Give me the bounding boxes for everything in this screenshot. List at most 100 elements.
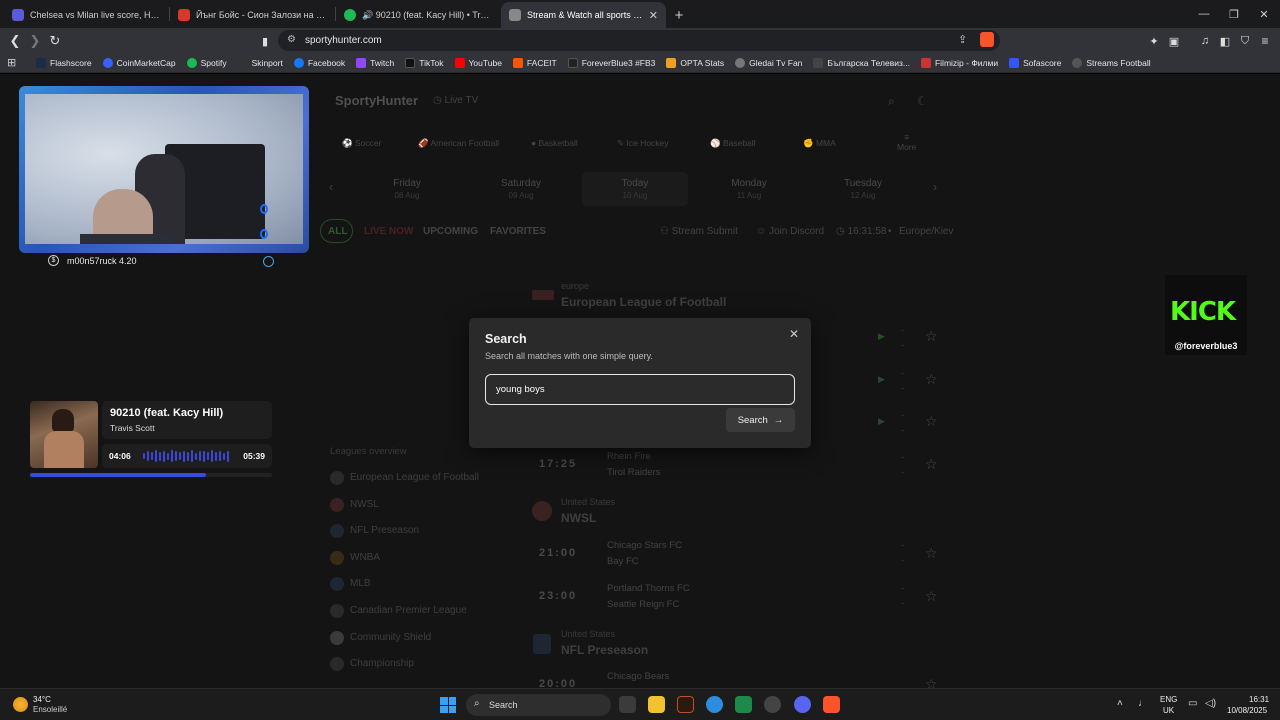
league-item[interactable]: MLB (350, 578, 371, 589)
clock-time[interactable]: 16:31 (1249, 695, 1269, 704)
favorite-star-icon[interactable]: ☆ (925, 545, 938, 562)
browser-tab[interactable]: 🔊 90210 (feat. Kacy Hill) • Travis Sco (336, 2, 501, 28)
close-icon[interactable]: ✕ (789, 327, 799, 341)
bookmark-item[interactable]: CoinMarketCap (102, 57, 176, 68)
taskbar-search[interactable]: ⌕ Search (466, 694, 611, 716)
minimize-icon[interactable]: — (1187, 0, 1221, 28)
network-icon[interactable]: ▭ (1188, 698, 1197, 709)
filter-all[interactable]: ALL (320, 219, 353, 243)
favorite-star-icon[interactable]: ☆ (925, 371, 938, 388)
apps-grid-icon[interactable]: ⊞ (7, 56, 16, 69)
bookmark-item[interactable]: Streams Football (1072, 57, 1151, 68)
bookmark-item[interactable]: Sofascore (1009, 57, 1061, 68)
theme-toggle-icon[interactable]: ☾ (917, 94, 928, 108)
filter-upcoming[interactable]: UPCOMING (423, 226, 478, 237)
bookmark-item[interactable]: Skinport (237, 57, 283, 68)
search-icon[interactable]: ⌕ (888, 94, 895, 109)
site-info-icon[interactable]: ⚙ (287, 34, 296, 45)
weather-sun-icon[interactable] (13, 697, 28, 712)
section-name[interactable]: NFL Preseason (561, 643, 648, 657)
favorite-star-icon[interactable]: ☆ (925, 456, 938, 473)
favorite-star-icon[interactable]: ☆ (925, 676, 938, 688)
new-tab-button[interactable]: + (666, 2, 692, 28)
bookmark-item[interactable]: Facebook (293, 57, 345, 68)
day-tab-today[interactable]: Today 10 Aug (582, 172, 688, 206)
league-item[interactable]: NWSL (350, 499, 379, 510)
site-logo[interactable]: SportyHunter (335, 93, 418, 108)
filter-favorites[interactable]: FAVORITES (490, 226, 546, 237)
media-icon[interactable]: ♫ (1196, 32, 1214, 50)
prev-day-icon[interactable]: ‹ (329, 180, 333, 194)
join-discord-link[interactable]: ☺ Join Discord (756, 226, 824, 237)
sport-tab-basketball[interactable]: ● Basketball (531, 138, 578, 148)
sport-tab-soccer[interactable]: ⚽ Soccer (342, 138, 381, 149)
extensions-icon[interactable]: ✦ (1145, 32, 1163, 50)
weather-condition[interactable]: Ensoleillé (33, 705, 67, 714)
menu-icon[interactable]: ≡ (1256, 32, 1274, 50)
back-icon[interactable]: ❮ (6, 32, 24, 50)
weather-temperature[interactable]: 34°C (33, 695, 51, 704)
bookmark-item[interactable]: Filmizip - Филми (920, 57, 998, 68)
app-icon[interactable] (735, 696, 752, 713)
play-icon[interactable]: ▶ (878, 416, 885, 427)
day-tab[interactable]: Tuesday 12 Aug (823, 178, 903, 200)
section-name[interactable]: NWSL (561, 511, 596, 525)
sport-tab-ice-hockey[interactable]: ✎ Ice Hockey (617, 138, 669, 149)
discord-icon[interactable] (794, 696, 811, 713)
sidebar-icon[interactable]: ◧ (1216, 32, 1234, 50)
microphone-icon[interactable]: ♩ (1138, 698, 1148, 709)
browser-tab-active[interactable]: Stream & Watch all sports | Toda ✕ (501, 2, 666, 28)
search-input[interactable] (485, 374, 795, 405)
brave-browser-icon[interactable] (823, 696, 840, 713)
bookmark-item[interactable]: Spotify (186, 57, 227, 68)
windows-start-icon[interactable] (440, 697, 456, 713)
app-icon[interactable] (677, 696, 694, 713)
next-day-icon[interactable]: › (933, 180, 937, 194)
volume-icon[interactable]: ◁) (1205, 698, 1216, 709)
day-tab[interactable]: Monday 11 Aug (709, 178, 789, 200)
day-tab[interactable]: Saturday 09 Aug (481, 178, 561, 200)
league-item[interactable]: NFL Preseason (350, 525, 419, 536)
app-icon[interactable] (764, 696, 781, 713)
wallet-icon[interactable]: ▣ (1165, 32, 1183, 50)
live-tv-link[interactable]: ◷ Live TV (433, 95, 478, 106)
play-icon[interactable]: ▶ (878, 374, 885, 385)
favorite-star-icon[interactable]: ☆ (925, 588, 938, 605)
bookmark-item[interactable]: Българска Телевиз... (813, 57, 910, 68)
close-window-icon[interactable]: ✕ (1247, 0, 1280, 28)
show-hidden-icons[interactable]: ˄ (1117, 698, 1123, 709)
bookmark-item[interactable]: FACEIT (512, 57, 557, 68)
browser-tab[interactable]: Йънг Бойс - Сион Залози на живо | (170, 2, 335, 28)
forward-icon[interactable]: ❯ (26, 32, 44, 50)
search-button[interactable]: Search → (726, 408, 795, 432)
sport-tab-american-football[interactable]: 🏈 American Football (418, 138, 499, 149)
league-item[interactable]: WNBA (350, 552, 380, 563)
league-item[interactable]: Championship (350, 658, 414, 669)
input-layout[interactable]: UK (1163, 706, 1174, 715)
league-item[interactable]: European League of Football (350, 472, 479, 483)
address-bar[interactable]: ⚙ sportyhunter.com ⇪ (278, 30, 1000, 51)
favorite-star-icon[interactable]: ☆ (925, 413, 938, 430)
share-icon[interactable]: ⇪ (958, 33, 967, 46)
brave-shields-icon[interactable] (980, 32, 994, 47)
input-language[interactable]: ENG (1160, 695, 1177, 704)
favorite-star-icon[interactable]: ☆ (925, 328, 938, 345)
bookmark-item[interactable]: TikTok (405, 57, 444, 68)
bookmark-item[interactable]: Flashscore (36, 57, 92, 68)
sport-tab-baseball[interactable]: ⚾ Baseball (710, 138, 756, 149)
bookmark-item[interactable]: OPTA Stats (666, 57, 724, 68)
maximize-icon[interactable]: ❐ (1217, 0, 1251, 28)
league-item[interactable]: Canadian Premier League (350, 605, 467, 616)
bookmark-item[interactable]: YouTube (454, 57, 502, 68)
reload-icon[interactable]: ↻ (46, 32, 64, 50)
close-tab-icon[interactable]: ✕ (649, 9, 658, 22)
bookmark-item[interactable]: Gledai Tv Fan (735, 57, 802, 68)
vpn-icon[interactable]: ⛉ (1236, 32, 1254, 50)
section-name[interactable]: European League of Football (561, 295, 726, 309)
filter-live-now[interactable]: LIVE NOW (364, 226, 413, 237)
sport-tab-mma[interactable]: ✊ MMA (803, 138, 836, 149)
play-icon[interactable]: ▶ (878, 331, 885, 342)
bookmark-icon[interactable]: ▮ (256, 32, 274, 50)
task-view-icon[interactable] (619, 696, 636, 713)
bookmark-item[interactable]: Twitch (356, 57, 394, 68)
